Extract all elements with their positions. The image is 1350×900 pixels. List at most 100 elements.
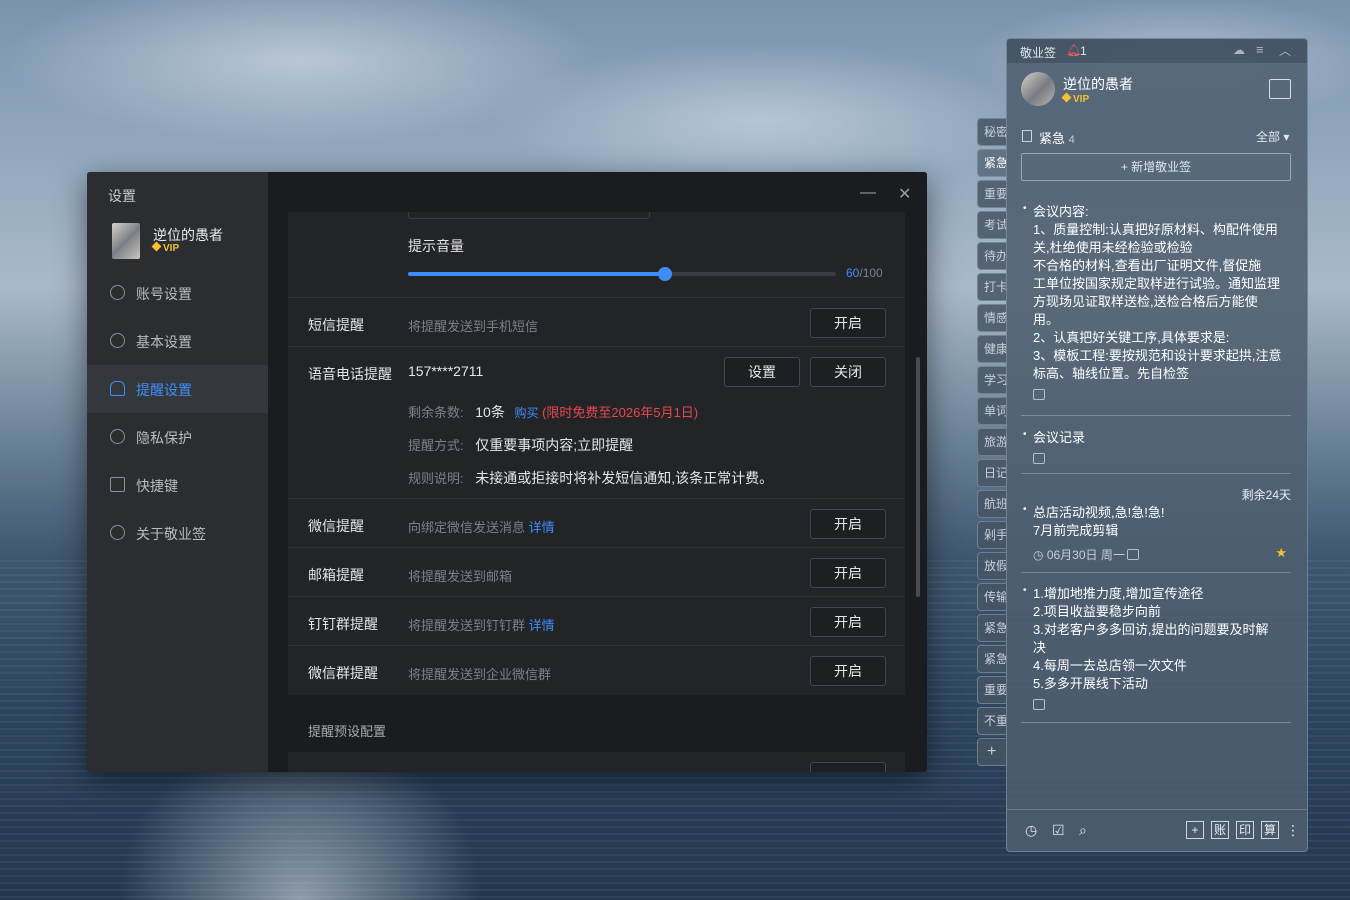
- category-tab[interactable]: 剁手: [977, 521, 1006, 549]
- preset-card: [288, 752, 905, 772]
- category-title: 紧急 4: [1039, 131, 1075, 146]
- category-tab[interactable]: 航班: [977, 490, 1006, 518]
- days-remaining: 剩余24天: [1241, 488, 1291, 502]
- nav-basic-settings[interactable]: 基本设置: [87, 317, 268, 365]
- user-name: 逆位的愚者: [153, 227, 223, 243]
- volume-value: 60/100: [846, 266, 883, 280]
- add-category-tab[interactable]: +: [977, 738, 1006, 766]
- bookmark-icon: [1022, 130, 1032, 142]
- dingtalk-enable-button[interactable]: 开启: [810, 607, 886, 637]
- minimize-icon[interactable]: —: [860, 184, 876, 202]
- nav-account-settings[interactable]: 账号设置: [87, 269, 268, 317]
- wechat-enable-button[interactable]: 开启: [810, 509, 886, 539]
- attachment-icon[interactable]: [1033, 389, 1045, 400]
- category-tab[interactable]: 考试: [977, 211, 1006, 239]
- more-icon[interactable]: ⋮: [1286, 822, 1300, 839]
- content-scrollbar[interactable]: [916, 357, 920, 597]
- info-icon: [110, 525, 125, 540]
- avatar[interactable]: [1021, 72, 1055, 106]
- search-icon[interactable]: ⌕: [1079, 822, 1087, 839]
- note-line: 决: [1033, 640, 1047, 655]
- dingtalk-reminder-row: 钉钉群提醒 将提醒发送到钉钉群 详情 开启: [288, 596, 905, 646]
- star-icon[interactable]: ★: [1275, 545, 1287, 561]
- category-tab[interactable]: 重要: [977, 180, 1006, 208]
- note-divider: [1021, 572, 1291, 573]
- checklist-icon[interactable]: ☑: [1052, 822, 1065, 839]
- category-tab[interactable]: 重要: [977, 676, 1006, 704]
- cloud-icon[interactable]: ☁: [1233, 43, 1245, 57]
- category-tab[interactable]: 日记: [977, 459, 1006, 487]
- note-text: 会议内容: 1、质量控制:认真把好原材料、构配件使用 关,杜绝使用未经检验或检验 不合…: [1033, 203, 1289, 383]
- category-tab[interactable]: 放假: [977, 552, 1006, 580]
- category-tab[interactable]: 健康: [977, 335, 1006, 363]
- category-tab[interactable]: 紧急: [977, 149, 1006, 177]
- note-line: 总店活动视频,急!急!急!: [1033, 505, 1165, 520]
- user-name: 逆位的愚者: [1063, 76, 1133, 92]
- remain-count: 剩余条数: 10条 购买 (限时免费至2026年5月1日): [408, 404, 699, 420]
- bullet: •: [1023, 504, 1027, 515]
- email-reminder-row: 邮箱提醒 将提醒发送到邮箱 开启: [288, 547, 905, 597]
- category-tab[interactable]: 单词: [977, 397, 1006, 425]
- clock-icon[interactable]: ◷: [1025, 822, 1037, 839]
- category-tab[interactable]: 紧急: [977, 614, 1006, 642]
- nav-reminder-settings[interactable]: 提醒设置: [87, 365, 268, 413]
- volume-slider-fill: [408, 272, 665, 276]
- wechat-details-link[interactable]: 详情: [529, 520, 555, 535]
- print-icon[interactable]: 印: [1236, 821, 1254, 839]
- note-line: 工单位按国家规定取样进行试验。通知监理: [1033, 276, 1281, 291]
- category-tab[interactable]: 打卡: [977, 273, 1006, 301]
- voice-set-button[interactable]: 设置: [724, 357, 800, 387]
- wecom-enable-button[interactable]: 开启: [810, 656, 886, 686]
- category-tab[interactable]: 秘密: [977, 118, 1006, 146]
- add-icon[interactable]: +: [1186, 821, 1204, 839]
- filter-dropdown[interactable]: 全部 ▾: [1256, 128, 1289, 145]
- category-tab[interactable]: 学习: [977, 366, 1006, 394]
- nav-shortcuts[interactable]: 快捷键: [87, 461, 268, 509]
- bell-icon[interactable]: 🔔︎: [1066, 43, 1081, 57]
- category-tab[interactable]: 旅游: [977, 428, 1006, 456]
- account-icon[interactable]: 账: [1211, 821, 1229, 839]
- note-line: 2.项目收益要稳步向前: [1033, 604, 1161, 619]
- dropdown-edge[interactable]: [408, 212, 650, 219]
- nav-privacy[interactable]: 隐私保护: [87, 413, 268, 461]
- collapse-icon[interactable]: ︿: [1279, 42, 1291, 59]
- volume-slider[interactable]: [408, 267, 836, 281]
- settings-content: — ✕ 提示音量 60/100 短信提醒 将提醒发送到手机短信 开启 语音电话提…: [268, 172, 927, 772]
- voice-close-button[interactable]: 关闭: [810, 357, 886, 387]
- add-note-button[interactable]: + 新增敬业签: [1021, 153, 1291, 181]
- user-circle-icon: [110, 285, 125, 300]
- volume-slider-knob[interactable]: [657, 267, 672, 281]
- footer-divider: [1007, 809, 1307, 810]
- attachment-icon[interactable]: [1033, 699, 1045, 710]
- buy-link[interactable]: 购买: [514, 406, 538, 420]
- bullet: •: [1023, 585, 1027, 596]
- category-tab[interactable]: 传输: [977, 583, 1006, 611]
- category-tab[interactable]: 不重: [977, 707, 1006, 735]
- calculator-icon[interactable]: 算: [1261, 821, 1279, 839]
- dingtalk-details-link[interactable]: 详情: [529, 618, 555, 633]
- note-text: 1.增加地推力度,增加宣传途径 2.项目收益要稳步向前 3.对老客户多多回访,提出的…: [1033, 585, 1289, 693]
- notification-count: 1: [1080, 44, 1087, 58]
- note-line: 4.每周一去总店领一次文件: [1033, 658, 1187, 673]
- category-tab[interactable]: 情感: [977, 304, 1006, 332]
- wecom-reminder-row: 微信群提醒 将提醒发送到企业微信群 开启: [288, 645, 905, 696]
- attachment-icon[interactable]: [1127, 549, 1139, 560]
- note-line: 会议内容:: [1033, 204, 1089, 219]
- note-text: 会议记录: [1033, 429, 1289, 447]
- attachment-icon[interactable]: [1033, 453, 1045, 464]
- nav-about[interactable]: 关于敬业签: [87, 509, 268, 557]
- note-divider: [1021, 722, 1291, 723]
- note-line: 会议记录: [1033, 430, 1086, 445]
- settings-window: 设置 逆位的愚者 VIP 账号设置 基本设置 提醒设置 隐私保护 快捷键 关于敬…: [87, 172, 927, 772]
- avatar[interactable]: [112, 223, 140, 259]
- sms-enable-button[interactable]: 开启: [810, 308, 886, 338]
- category-tab[interactable]: 紧急: [977, 645, 1006, 673]
- note-line: 1.增加地推力度,增加宣传途径: [1033, 586, 1204, 601]
- menu-icon[interactable]: ≡: [1256, 42, 1264, 57]
- calendar-icon[interactable]: [1269, 79, 1291, 99]
- category-tab[interactable]: 待办: [977, 242, 1006, 270]
- email-enable-button[interactable]: 开启: [810, 558, 886, 588]
- note-line: 用。: [1033, 312, 1060, 327]
- preset-button[interactable]: [810, 762, 886, 772]
- close-icon[interactable]: ✕: [898, 184, 911, 204]
